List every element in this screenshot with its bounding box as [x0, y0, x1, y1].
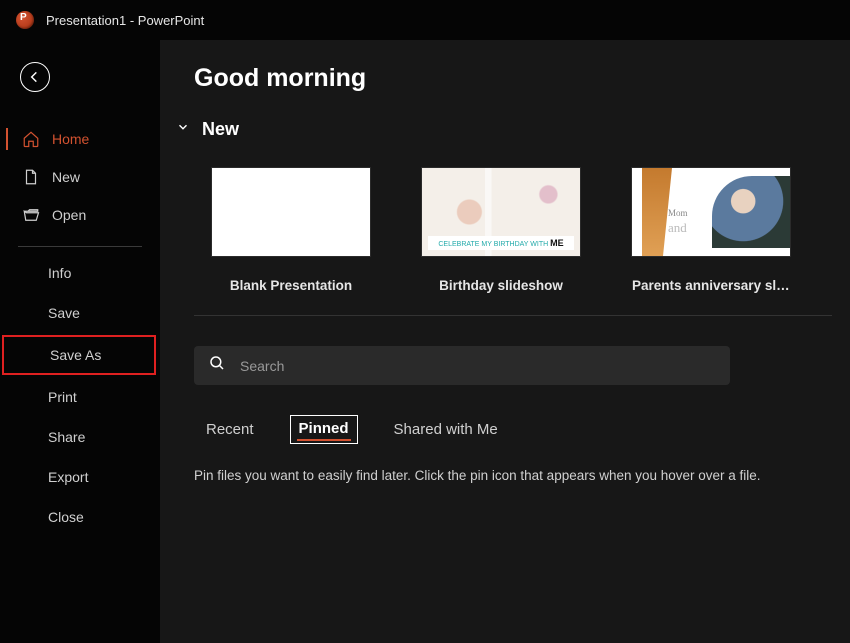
- titlebar: Presentation1 - PowerPoint: [0, 0, 850, 40]
- search-box[interactable]: [194, 346, 730, 385]
- back-button[interactable]: [20, 62, 50, 92]
- template-thumbnail: CELEBRATE MY BIRTHDAY WITH ME: [422, 168, 580, 256]
- folder-open-icon: [22, 206, 40, 224]
- content-divider: [194, 315, 832, 316]
- sidebar: Home New Open Info Save Save As Print Sh…: [0, 40, 160, 643]
- template-label: Birthday slideshow: [422, 256, 580, 293]
- greeting-heading: Good morning: [160, 64, 850, 93]
- template-label: Blank Presentation: [212, 256, 370, 293]
- sidebar-item-info[interactable]: Info: [0, 253, 160, 293]
- chevron-down-icon: [176, 120, 190, 139]
- file-tabs: Recent Pinned Shared with Me: [160, 415, 850, 444]
- pinned-empty-message: Pin files you want to easily find later.…: [160, 460, 850, 491]
- new-file-icon: [22, 168, 40, 186]
- search-icon: [208, 354, 226, 377]
- window-title: Presentation1 - PowerPoint: [46, 13, 204, 28]
- tab-recent[interactable]: Recent: [204, 415, 256, 444]
- home-icon: [22, 130, 40, 148]
- tab-shared-with-me[interactable]: Shared with Me: [392, 415, 500, 444]
- sidebar-item-open[interactable]: Open: [0, 196, 160, 234]
- new-section-title: New: [202, 119, 239, 140]
- template-row: Blank Presentation CELEBRATE MY BIRTHDAY…: [160, 168, 850, 293]
- sidebar-item-export[interactable]: Export: [0, 457, 160, 497]
- sidebar-item-new[interactable]: New: [0, 158, 160, 196]
- sidebar-item-print[interactable]: Print: [0, 377, 160, 417]
- sidebar-item-save-as[interactable]: Save As: [2, 335, 156, 375]
- sidebar-divider: [18, 246, 142, 247]
- sidebar-item-home[interactable]: Home: [0, 120, 160, 158]
- search-input[interactable]: [240, 358, 716, 374]
- tab-pinned[interactable]: Pinned: [290, 415, 358, 444]
- sidebar-item-close[interactable]: Close: [0, 497, 160, 537]
- template-thumbnail: Momand: [632, 168, 790, 256]
- template-label: Parents anniversary slidesh…: [632, 256, 790, 293]
- sidebar-item-label: New: [52, 169, 80, 185]
- powerpoint-icon: [16, 11, 34, 29]
- sidebar-item-share[interactable]: Share: [0, 417, 160, 457]
- sidebar-item-save[interactable]: Save: [0, 293, 160, 333]
- template-birthday[interactable]: CELEBRATE MY BIRTHDAY WITH ME Birthday s…: [422, 168, 580, 293]
- sidebar-item-label: Home: [52, 131, 89, 147]
- main-content: Good morning New Blank Presentation CELE…: [160, 40, 850, 643]
- sidebar-item-label: Open: [52, 207, 86, 223]
- new-section-header[interactable]: New: [160, 119, 850, 140]
- template-parents-anniversary[interactable]: Momand Parents anniversary slidesh…: [632, 168, 790, 293]
- template-blank[interactable]: Blank Presentation: [212, 168, 370, 293]
- template-thumbnail: [212, 168, 370, 256]
